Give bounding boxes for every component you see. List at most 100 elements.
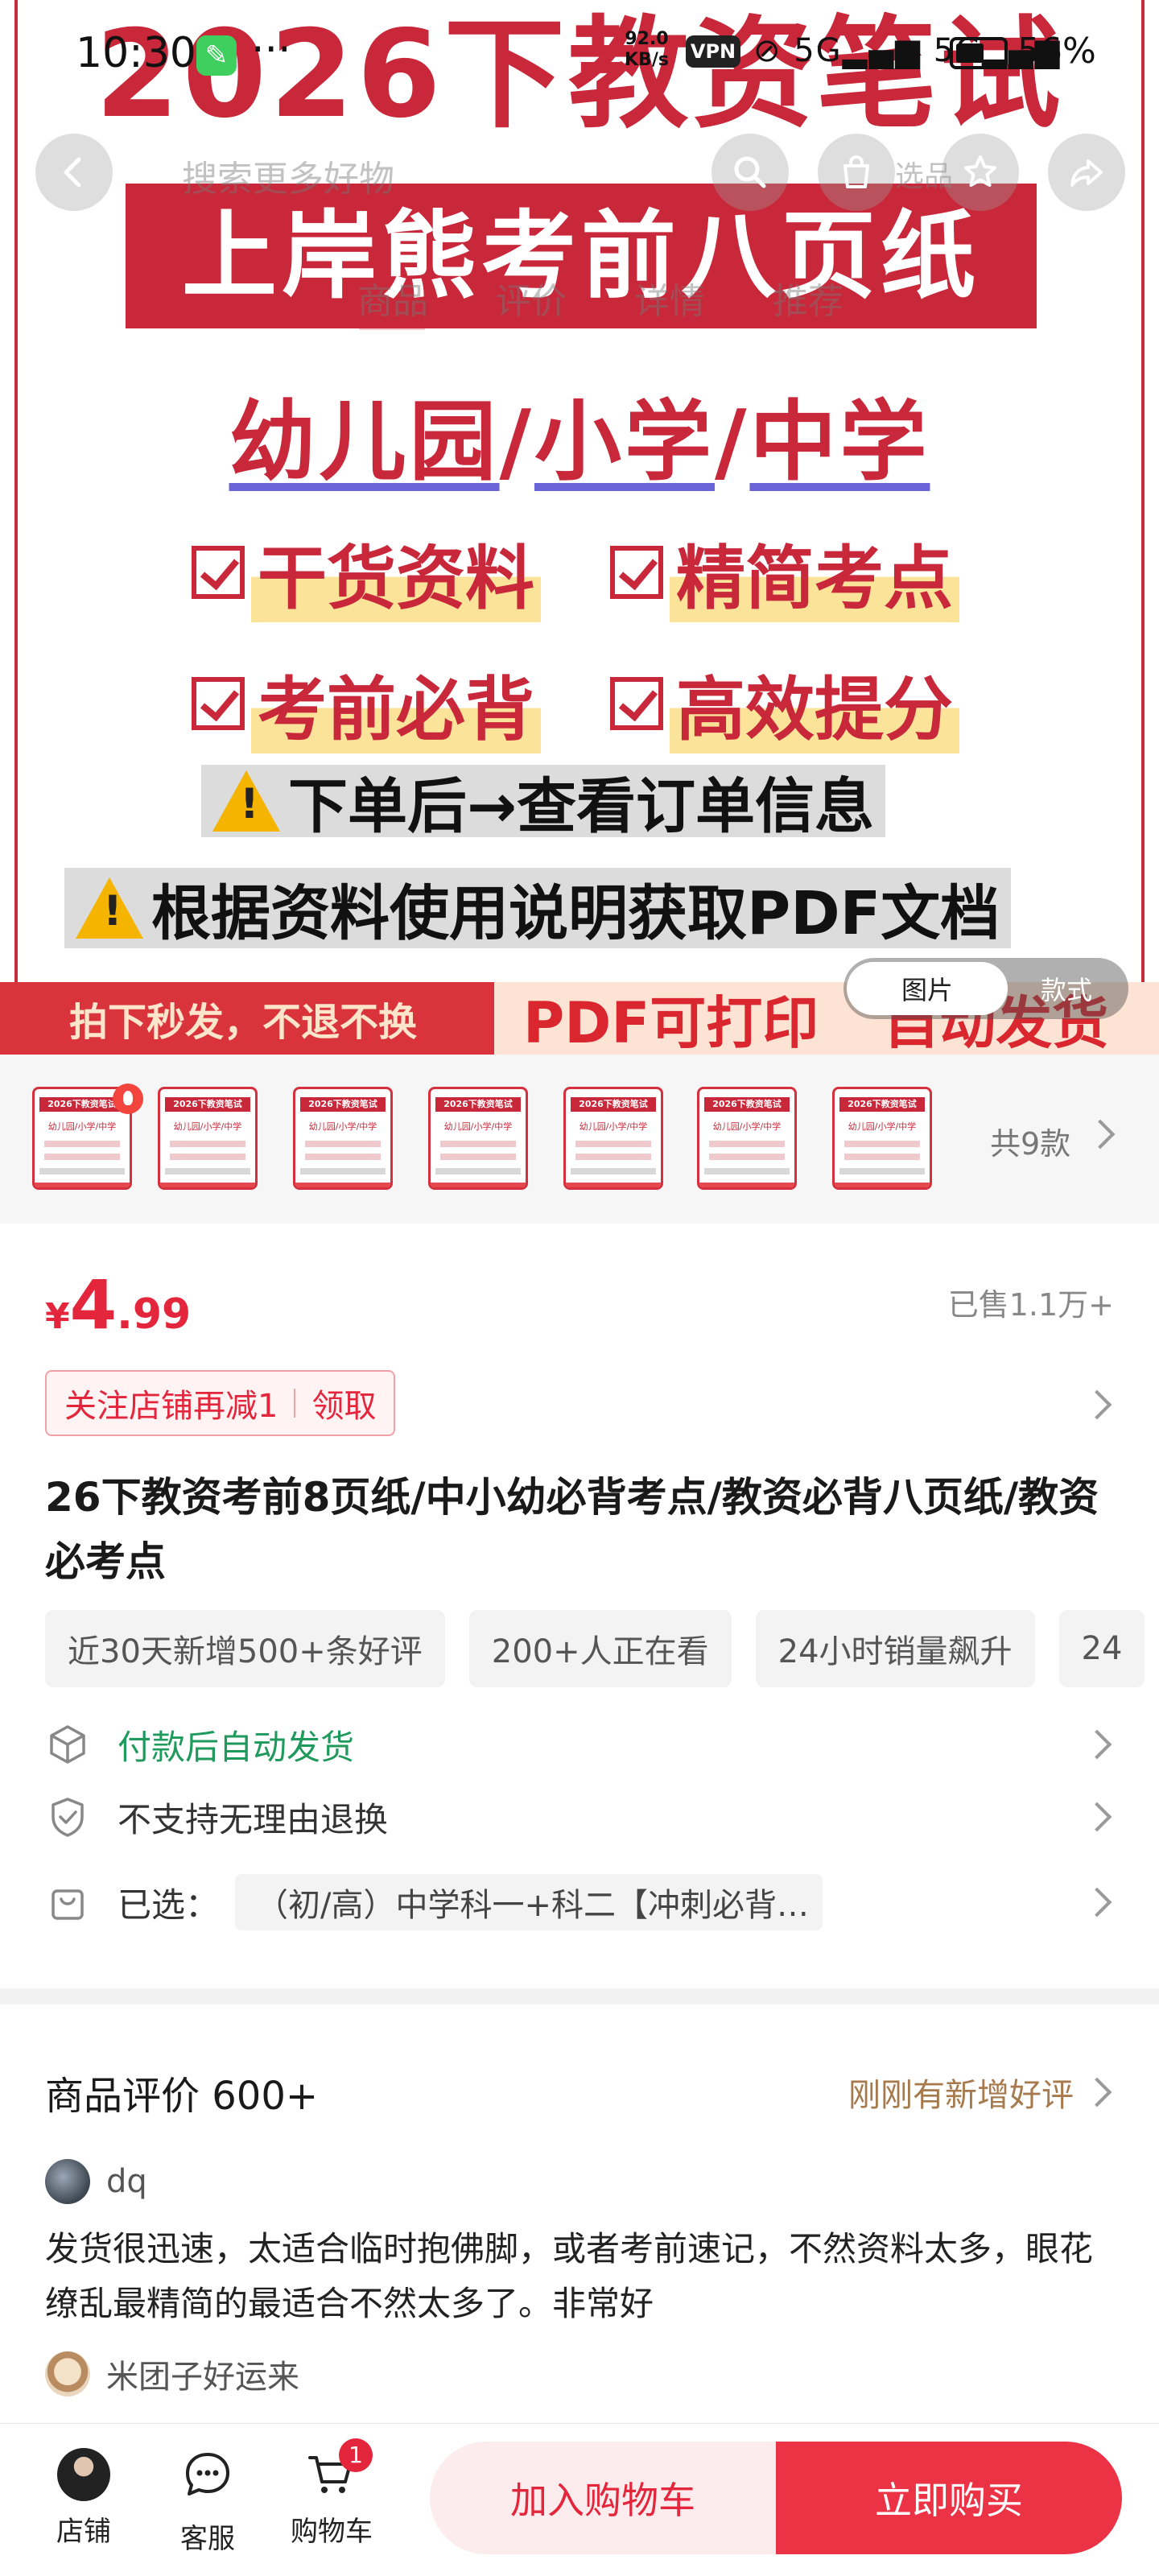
notice-order-info: 下单后→查看订单信息 bbox=[201, 765, 886, 841]
avatar bbox=[45, 2351, 90, 2396]
favorite-button[interactable] bbox=[942, 134, 1019, 211]
feature-item: 精简考点 bbox=[610, 522, 1013, 622]
selected-variant-row[interactable]: 已选： （初/高）中学科一+科二【冲刺必背… bbox=[45, 1874, 1116, 1930]
price-currency: ¥ bbox=[45, 1296, 70, 1337]
battery-icon bbox=[950, 37, 1008, 69]
coupon-claim-button[interactable]: 领取 bbox=[311, 1380, 376, 1426]
sold-count: 已售1.1万+ bbox=[947, 1287, 1114, 1323]
feature-item: 干货资料 bbox=[192, 522, 610, 622]
checkbox-icon bbox=[610, 676, 663, 730]
hero-pdf-printable: PDF可打印 bbox=[523, 989, 819, 1055]
vpn-icon: VPN bbox=[686, 35, 740, 68]
price: ¥4.99 bbox=[45, 1265, 191, 1344]
chevron-right-icon[interactable] bbox=[1082, 2077, 1112, 2107]
variant-thumbnail[interactable]: 2026下教资笔试 幼儿园/小学/中学 bbox=[697, 1087, 797, 1190]
share-icon bbox=[1070, 159, 1103, 187]
buy-now-button[interactable]: 立即购买 bbox=[776, 2442, 1122, 2554]
share-button[interactable] bbox=[1048, 134, 1125, 211]
coupon-text: 关注店铺再减1 bbox=[64, 1388, 278, 1425]
tag-truncated: 24 bbox=[1058, 1610, 1145, 1687]
image-view-toggle[interactable]: 图片 款式 bbox=[843, 958, 1128, 1019]
hero-levels: 幼儿园/小学/中学 bbox=[0, 372, 1159, 497]
chevron-left-icon bbox=[64, 157, 81, 188]
cart-top-button[interactable] bbox=[818, 134, 895, 211]
tag-sales-rising: 24小时销量飙升 bbox=[755, 1610, 1035, 1687]
product-title: 26下教资考前8页纸/中小幼必背考点/教资必背八页纸/教资必考点 bbox=[45, 1474, 1099, 1585]
notice-pdf-instructions: 根据资料使用说明获取PDF文档 bbox=[64, 868, 1012, 948]
fire-icon bbox=[113, 1084, 143, 1114]
add-to-cart-button[interactable]: 加入购物车 bbox=[430, 2442, 776, 2554]
service-auto-delivery-row[interactable]: 付款后自动发货 bbox=[45, 1716, 1116, 1773]
product-info-card: ¥4.99 已售1.1万+ 关注店铺再减1 领取 26下教资考前8页纸/中小幼必… bbox=[0, 1224, 1159, 1988]
service-no-return: 不支持无理由退换 bbox=[118, 1799, 389, 1839]
shop-button[interactable]: 店铺 bbox=[35, 2448, 132, 2549]
hero-no-return-text: 拍下秒发，不退不换 bbox=[0, 982, 494, 1055]
chevron-right-icon[interactable] bbox=[1082, 1389, 1112, 1420]
variant-thumbnail[interactable]: 2026下教资笔试 幼儿园/小学/中学 bbox=[563, 1087, 663, 1190]
review-text[interactable]: 发货很迅速，太适合临时抱佛脚，或者考前速记，不然资料太多，眼花缭乱最精简的最适合… bbox=[45, 2222, 1116, 2331]
shopping-bag-icon bbox=[843, 155, 869, 188]
cart-label: 购物车 bbox=[291, 2516, 373, 2548]
search-icon bbox=[734, 156, 766, 188]
cart-count-badge: 1 bbox=[339, 2438, 373, 2472]
avatar bbox=[45, 2159, 90, 2204]
chevron-right-icon bbox=[1085, 1119, 1116, 1150]
search-placeholder[interactable]: 搜索更多好物 bbox=[182, 150, 394, 201]
tab-indicator bbox=[359, 325, 425, 330]
feature-item: 考前必背 bbox=[192, 653, 610, 753]
status-time: 10:30 bbox=[76, 29, 196, 77]
tag-viewers: 200+人正在看 bbox=[468, 1610, 732, 1687]
new-reviews-link[interactable]: 刚刚有新增好评 bbox=[848, 2069, 1074, 2116]
review-author-name: dq bbox=[106, 2163, 147, 2200]
service-label: 客服 bbox=[180, 2523, 235, 2555]
back-button[interactable] bbox=[35, 134, 113, 211]
service-auto-delivery: 付款后自动发货 bbox=[118, 1727, 355, 1767]
review-author: dq bbox=[45, 2159, 147, 2204]
variant-count[interactable]: 共9款 bbox=[990, 1119, 1070, 1163]
review-author-name: 米团子好运来 bbox=[106, 2359, 299, 2396]
customer-service-button[interactable]: 客服 bbox=[159, 2448, 256, 2556]
section-tabs[interactable]: 商品 评价 详情 推荐 bbox=[357, 272, 843, 324]
price-integer: 4 bbox=[69, 1265, 118, 1344]
signal-icon: ▂▄▆ bbox=[842, 32, 922, 69]
wrench-app-icon: ✎ bbox=[196, 35, 237, 76]
shield-check-icon bbox=[52, 1798, 84, 1837]
cart-button[interactable]: 1 购物车 bbox=[283, 2438, 380, 2549]
service-no-return-row[interactable]: 不支持无理由退换 bbox=[45, 1789, 1116, 1845]
status-more: ··· bbox=[251, 26, 291, 74]
chat-icon bbox=[186, 2453, 229, 2496]
bottom-action-bar: 店铺 客服 1 购物车 加入购物车 立即购买 bbox=[0, 2423, 1159, 2576]
selected-label: 已选： bbox=[118, 1885, 220, 1925]
cart-icon-wrap: 1 bbox=[305, 2438, 373, 2501]
level-separator: / bbox=[715, 392, 750, 493]
price-decimal: .99 bbox=[117, 1290, 192, 1339]
wifi-off-icon: ⊘ bbox=[753, 32, 782, 69]
review-author: 米团子好运来 bbox=[45, 2351, 299, 2397]
tag-new-reviews: 近30天新增500+条好评 bbox=[45, 1610, 445, 1687]
variant-thumbnails: 2026下教资笔试 幼儿园/小学/中学 2026下教资笔试 幼儿园/小学/中学 20… bbox=[0, 1055, 1159, 1224]
package-icon bbox=[50, 1725, 85, 1764]
coupon-follow-store[interactable]: 关注店铺再减1 领取 bbox=[45, 1370, 396, 1436]
bag-icon bbox=[52, 1889, 84, 1920]
variant-thumbnail[interactable]: 2026下教资笔试 幼儿园/小学/中学 bbox=[428, 1087, 528, 1190]
warning-icon bbox=[76, 877, 143, 939]
level-kindergarten: 幼儿园 bbox=[229, 392, 500, 493]
selected-variant-value[interactable]: （初/高）中学科一+科二【冲刺必背… bbox=[235, 1874, 823, 1930]
variant-thumbnail[interactable]: 2026下教资笔试 幼儿园/小学/中学 bbox=[158, 1087, 258, 1190]
star-icon bbox=[964, 155, 996, 187]
search-button[interactable] bbox=[711, 134, 789, 211]
toggle-variants[interactable]: 款式 bbox=[1008, 970, 1125, 1007]
network-speed: 92.0 KB/s bbox=[625, 29, 669, 70]
variant-thumbnail[interactable]: 2026下教资笔试 幼儿园/小学/中学 bbox=[293, 1087, 393, 1190]
variant-thumbnail[interactable]: 2026下教资笔试 幼儿园/小学/中学 bbox=[832, 1087, 932, 1190]
highlight-tags: 近30天新增500+条好评 200+人正在看 24小时销量飙升 24 bbox=[45, 1610, 1159, 1687]
product-detail-page: 2026下教资笔试 上岸熊考前八页纸 幼儿园/小学/中学 干货资料 精简考点 考… bbox=[0, 0, 1159, 2576]
shop-label: 店铺 bbox=[56, 2516, 111, 2548]
shop-avatar-icon bbox=[57, 2448, 110, 2501]
checkbox-icon bbox=[610, 545, 663, 599]
reviews-section: 商品评价 600+ 刚刚有新增好评 dq 发货很迅速，太适合临时抱佛脚，或者考前… bbox=[0, 2004, 1159, 2423]
toggle-images[interactable]: 图片 bbox=[847, 962, 1008, 1015]
feature-item: 高效提分 bbox=[610, 653, 1013, 753]
status-bar: 10:30 ✎ ··· 92.0 KB/s VPN ⊘ 5G▂▄▆ 5G▂▄▆ 5… bbox=[0, 24, 1159, 80]
reviews-title[interactable]: 商品评价 600+ bbox=[45, 2064, 318, 2120]
